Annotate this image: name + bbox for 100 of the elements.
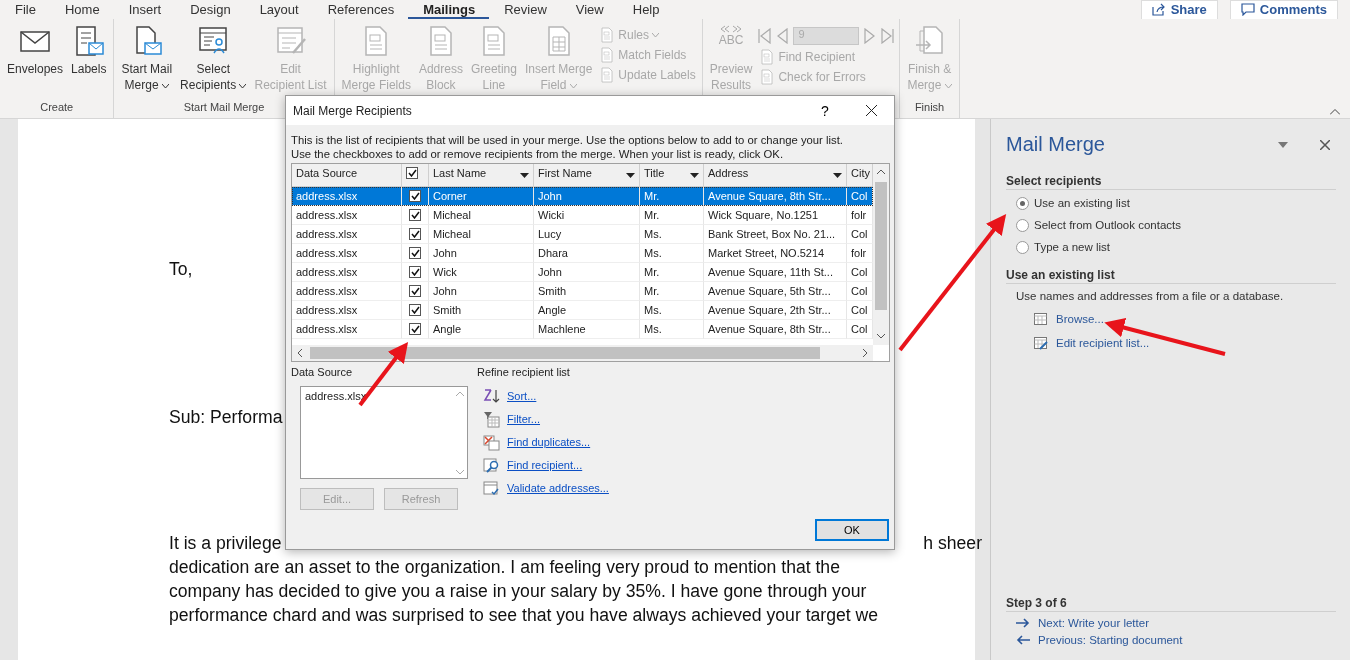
pane-link[interactable]: Edit recipient list... bbox=[1034, 336, 1336, 350]
table-cell: Ms. bbox=[640, 225, 704, 244]
chevrons-icon bbox=[719, 25, 744, 33]
menu-tab[interactable]: View bbox=[560, 0, 618, 19]
radio-option[interactable]: Use an existing list bbox=[1016, 194, 1336, 212]
menu-tab[interactable]: Help bbox=[617, 0, 674, 19]
table-cell: Wicki bbox=[534, 206, 640, 225]
table-cell: address.xlsx bbox=[292, 206, 402, 225]
duplicates-icon bbox=[483, 433, 500, 451]
left-arrow-icon bbox=[1016, 635, 1030, 645]
refine-link[interactable]: Find recipient... bbox=[483, 456, 583, 474]
menu-tab[interactable]: Review bbox=[489, 0, 561, 19]
ribbon-button[interactable]: Start Mail Merge bbox=[118, 25, 176, 101]
table-row[interactable]: address.xlsx Angle Machlene Ms. Avenue Square, 8th Str... Col bbox=[292, 320, 873, 339]
checkbox[interactable] bbox=[406, 167, 418, 179]
table-row[interactable]: address.xlsx Corner John Mr. Avenue Square, 8th Str... Col bbox=[292, 187, 873, 206]
page-icon bbox=[759, 69, 776, 85]
table-cell: Mr. bbox=[640, 206, 704, 225]
menu-tab[interactable]: File bbox=[0, 0, 50, 19]
refine-link[interactable]: Sort... bbox=[483, 387, 537, 405]
checkbox[interactable] bbox=[409, 190, 421, 202]
filter-icon bbox=[483, 410, 500, 428]
table-cell: Avenue Square, 8th Str... bbox=[704, 320, 847, 339]
section-heading: Step 3 of 6 bbox=[1006, 596, 1336, 612]
table-row[interactable]: address.xlsx Micheal Lucy Ms. Bank Street, Box No. 21... Col bbox=[292, 225, 873, 244]
validate-icon bbox=[483, 479, 500, 497]
table-cell: address.xlsx bbox=[292, 263, 402, 282]
table-cell: address.xlsx bbox=[292, 301, 402, 320]
table-cell: Lucy bbox=[534, 225, 640, 244]
menu-tab[interactable]: Layout bbox=[244, 0, 313, 19]
sort-caret-icon[interactable] bbox=[833, 173, 842, 178]
table-cell: John bbox=[429, 282, 534, 301]
table-cell: Ms. bbox=[640, 301, 704, 320]
checkbox[interactable] bbox=[409, 247, 421, 259]
sort-caret-icon[interactable] bbox=[626, 173, 635, 178]
share-button[interactable]: Share bbox=[1140, 0, 1218, 20]
table-cell: Mr. bbox=[640, 187, 704, 206]
document-text: To, bbox=[169, 258, 193, 281]
pane-link[interactable]: Browse... bbox=[1034, 312, 1336, 326]
menu-tab[interactable]: Home bbox=[49, 0, 114, 19]
group-label: Finish bbox=[914, 101, 945, 113]
document-text: Sub: Performa bbox=[169, 406, 283, 429]
radio-option[interactable]: Select from Outlook contacts bbox=[1016, 216, 1336, 234]
table-row[interactable]: address.xlsx John Dhara Ms. Market Street, NO.5214 folr bbox=[292, 244, 873, 263]
ribbon-button[interactable]: Envelopes bbox=[4, 25, 67, 101]
refine-link[interactable]: Find duplicates... bbox=[483, 433, 591, 451]
help-button[interactable]: ? bbox=[802, 101, 848, 120]
checkbox[interactable] bbox=[409, 323, 421, 335]
step-link[interactable]: Previous: Starting document bbox=[1016, 634, 1336, 646]
step-link[interactable]: Next: Write your letter bbox=[1016, 617, 1336, 629]
vertical-scrollbar[interactable] bbox=[873, 164, 889, 345]
menu-tab[interactable]: Mailings bbox=[408, 0, 490, 19]
finish-icon bbox=[913, 25, 946, 57]
horizontal-scrollbar[interactable] bbox=[292, 345, 873, 361]
table-cell: Wick Square, No.1251 bbox=[704, 206, 847, 225]
menu-tab[interactable]: Design bbox=[175, 0, 245, 19]
table-cell: address.xlsx bbox=[292, 225, 402, 244]
data-source-list[interactable]: address.xlsx bbox=[300, 386, 468, 479]
close-icon bbox=[865, 105, 877, 116]
dropdown-icon[interactable] bbox=[1278, 141, 1288, 148]
table-cell: John bbox=[429, 244, 534, 263]
menu-tab[interactable]: References bbox=[312, 0, 409, 19]
radio-option[interactable]: Type a new list bbox=[1016, 238, 1336, 256]
table-row[interactable]: address.xlsx Wick John Mr. Avenue Square, 11th St... Col bbox=[292, 263, 873, 282]
comments-button[interactable]: Comments bbox=[1229, 0, 1338, 20]
page-icon bbox=[599, 47, 616, 63]
instruction-text: Use the checkboxes to add or remove recipients from the merge. When your list is ready, click OK. bbox=[291, 147, 785, 161]
table-cell: Ms. bbox=[640, 244, 704, 263]
menu-tab[interactable]: Insert bbox=[113, 0, 176, 19]
ok-button[interactable]: OK bbox=[815, 519, 889, 541]
pane-title: Mail Merge bbox=[1006, 133, 1106, 156]
table-cell: Smith bbox=[429, 301, 534, 320]
table-cell: Avenue Square, 2th Str... bbox=[704, 301, 847, 320]
sort-caret-icon[interactable] bbox=[690, 173, 699, 178]
table-cell: Smith bbox=[534, 282, 640, 301]
refine-link[interactable]: Filter... bbox=[483, 410, 540, 428]
close-icon[interactable] bbox=[1320, 139, 1330, 150]
description: Use names and addresses from a file or a database. bbox=[1016, 290, 1285, 302]
section-heading: Use an existing list bbox=[1006, 268, 1336, 284]
table-row[interactable]: address.xlsx John Smith Mr. Avenue Square, 5th Str... Col bbox=[292, 282, 873, 301]
checkbox[interactable] bbox=[409, 266, 421, 278]
ribbon-button[interactable]: Select Recipients bbox=[177, 25, 250, 101]
find-icon bbox=[483, 456, 500, 474]
table-cell: Avenue Square, 8th Str... bbox=[704, 187, 847, 206]
table-cell: Angle bbox=[429, 320, 534, 339]
ribbon-button[interactable]: Labels bbox=[68, 25, 110, 101]
table-cell: Avenue Square, 5th Str... bbox=[704, 282, 847, 301]
table-cell: Machlene bbox=[534, 320, 640, 339]
dialog-title: Mail Merge Recipients bbox=[293, 103, 413, 118]
table-pencil-icon bbox=[1034, 336, 1048, 350]
table-row[interactable]: address.xlsx Micheal Wicki Mr. Wick Square, No.1251 folr bbox=[292, 206, 873, 225]
refine-link[interactable]: Validate addresses... bbox=[483, 479, 609, 497]
sort-caret-icon[interactable] bbox=[520, 173, 529, 178]
table-row[interactable]: address.xlsx Smith Angle Ms. Avenue Square, 2th Str... Col bbox=[292, 301, 873, 320]
checkbox[interactable] bbox=[409, 228, 421, 240]
table-cell: Avenue Square, 11th St... bbox=[704, 263, 847, 282]
checkbox[interactable] bbox=[409, 209, 421, 221]
comment-icon bbox=[1240, 3, 1255, 16]
checkbox[interactable] bbox=[409, 304, 421, 316]
checkbox[interactable] bbox=[409, 285, 421, 297]
